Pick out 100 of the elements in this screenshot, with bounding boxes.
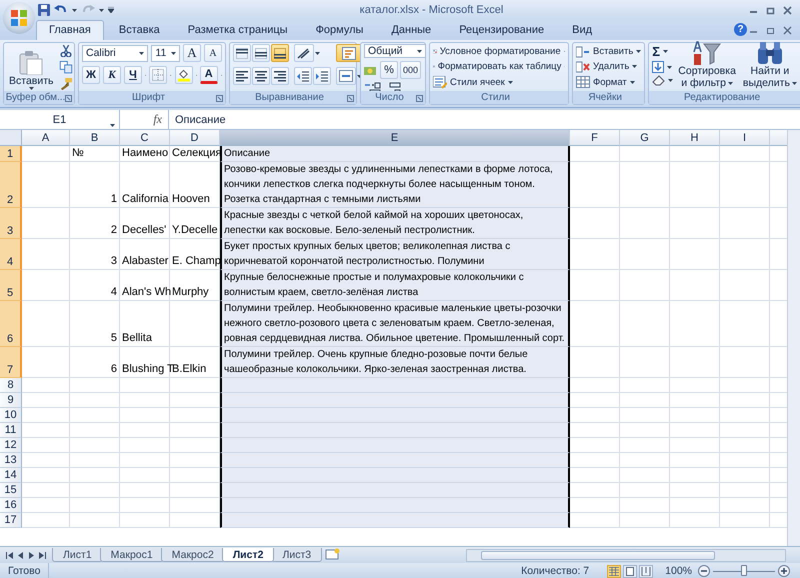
- borders-button[interactable]: [149, 66, 168, 84]
- sheet-tab[interactable]: Лист3: [271, 548, 322, 562]
- row-header[interactable]: 8: [0, 378, 22, 393]
- office-logo-icon: [11, 10, 27, 26]
- view-button[interactable]: [623, 564, 638, 578]
- clipboard-icon: [19, 51, 44, 75]
- find-select-button[interactable]: Найти и выделить: [740, 44, 799, 90]
- help-button[interactable]: ?: [734, 23, 747, 36]
- styles-menu-button[interactable]: Форматировать как таблицу: [433, 59, 565, 75]
- row-header[interactable]: 1: [0, 146, 22, 162]
- empty-cell: [120, 468, 170, 483]
- empty-cell: [70, 498, 120, 513]
- cells-menu-button[interactable]: Формат: [576, 74, 642, 90]
- empty-cell: [670, 162, 720, 208]
- column-header[interactable]: F: [570, 130, 620, 146]
- sheet-tab[interactable]: Макрос1: [100, 548, 164, 562]
- empty-cell: [120, 378, 170, 393]
- column-header[interactable]: A: [22, 130, 70, 146]
- sheet-tab[interactable]: Лист2: [222, 548, 274, 562]
- row-header[interactable]: 3: [0, 208, 22, 239]
- view-button[interactable]: [607, 564, 622, 578]
- office-button[interactable]: [3, 2, 35, 34]
- horizontal-scrollbar[interactable]: [466, 548, 786, 562]
- column-header[interactable]: E: [220, 130, 570, 146]
- ribbon-tab[interactable]: Вставка: [106, 20, 173, 40]
- align-center-icon: [255, 70, 267, 82]
- sheet-tab[interactable]: Макрос2: [160, 548, 225, 562]
- styles-menu-button[interactable]: Условное форматирование: [433, 44, 565, 60]
- table-cell: 6: [70, 347, 120, 378]
- column-header[interactable]: G: [620, 130, 670, 146]
- row-header[interactable]: 10: [0, 408, 22, 423]
- insert-function-button[interactable]: fx: [120, 112, 168, 127]
- row-header[interactable]: 2: [0, 162, 22, 208]
- font-name-field[interactable]: Calibri: [82, 44, 148, 62]
- view-button[interactable]: [639, 564, 654, 578]
- wrap-text-button[interactable]: [336, 44, 362, 62]
- ribbon-tab[interactable]: Разметка страницы: [174, 20, 301, 40]
- column-header[interactable]: [770, 130, 788, 146]
- table-cell: 3: [70, 239, 120, 270]
- table-cell: Bellita: [120, 301, 170, 347]
- window-title: каталог.xlsx - Microsoft Excel: [358, 4, 504, 16]
- dialog-launcher-icon: [65, 95, 72, 102]
- bold-button[interactable]: Ж: [82, 66, 100, 84]
- paste-button[interactable]: Вставить: [7, 44, 56, 90]
- row-header[interactable]: 5: [0, 270, 22, 301]
- percent-button[interactable]: %: [380, 61, 398, 79]
- customize-toolbar-icon: [108, 7, 114, 13]
- column-header[interactable]: C: [120, 130, 170, 146]
- sort-filter-button[interactable]: Сортировка и фильтр: [676, 44, 738, 90]
- font-color-button[interactable]: A: [200, 66, 218, 84]
- row-header[interactable]: 7: [0, 347, 22, 378]
- empty-cell: [620, 423, 670, 438]
- row-header[interactable]: 12: [0, 438, 22, 453]
- row-header[interactable]: 11: [0, 423, 22, 438]
- empty-cell: [70, 468, 120, 483]
- empty-cell: [70, 438, 120, 453]
- zoom-slider-thumb[interactable]: [741, 564, 747, 576]
- row-header[interactable]: 13: [0, 453, 22, 468]
- cells-menu-button[interactable]: Удалить: [576, 59, 642, 75]
- cells-menu-button[interactable]: Вставить: [576, 44, 642, 60]
- table-cell: 2: [70, 208, 120, 239]
- column-header[interactable]: B: [70, 130, 120, 146]
- row-header[interactable]: 15: [0, 483, 22, 498]
- first-sheet-icon: [6, 552, 13, 558]
- fill-down-icon: [652, 61, 664, 73]
- decrease-indent-icon: [297, 70, 309, 82]
- name-box[interactable]: E1: [0, 110, 120, 129]
- font-size-field[interactable]: 11: [151, 44, 180, 62]
- ribbon-tab[interactable]: Вид: [559, 20, 606, 40]
- sheet-tab[interactable]: Лист1: [52, 548, 103, 562]
- column-header[interactable]: I: [720, 130, 770, 146]
- row-header[interactable]: 9: [0, 393, 22, 408]
- fill-color-button[interactable]: [174, 66, 192, 84]
- thousands-button[interactable]: 000: [400, 61, 422, 79]
- row-header[interactable]: 4: [0, 239, 22, 270]
- previous-sheet-icon: [17, 552, 24, 558]
- formula-field[interactable]: Описание: [168, 110, 800, 129]
- italic-button[interactable]: К: [103, 66, 121, 84]
- column-header[interactable]: D: [170, 130, 220, 146]
- row-header[interactable]: 17: [0, 513, 22, 528]
- ribbon-tab[interactable]: Формулы: [302, 20, 376, 40]
- align-bottom-icon: [274, 48, 286, 58]
- ribbon-tab[interactable]: Главная: [36, 20, 104, 40]
- ribbon-tab[interactable]: Рецензирование: [446, 20, 558, 40]
- row-header[interactable]: 16: [0, 498, 22, 513]
- table-cell: Красные звезды с четкой белой каймой на хороших цветоносах, лепестки как восковые. Бело-зеленый пестролистник.: [220, 208, 570, 239]
- row-header[interactable]: 14: [0, 468, 22, 483]
- empty-cell: [670, 408, 720, 423]
- autosum-button[interactable]: Σ: [652, 44, 660, 59]
- grow-font-button[interactable]: A: [183, 44, 201, 62]
- underline-button[interactable]: Ч: [124, 66, 142, 84]
- styles-menu-button[interactable]: Стили ячеек: [433, 74, 565, 90]
- number-format-field[interactable]: Общий: [364, 44, 426, 58]
- ribbon-tab[interactable]: Данные: [378, 20, 444, 40]
- column-header[interactable]: H: [670, 130, 720, 146]
- group-label: Редактирование: [684, 92, 760, 103]
- vertical-scrollbar[interactable]: [787, 130, 800, 546]
- zoom-level[interactable]: 100%: [659, 565, 698, 577]
- row-header[interactable]: 6: [0, 301, 22, 347]
- shrink-font-button[interactable]: A: [204, 44, 222, 62]
